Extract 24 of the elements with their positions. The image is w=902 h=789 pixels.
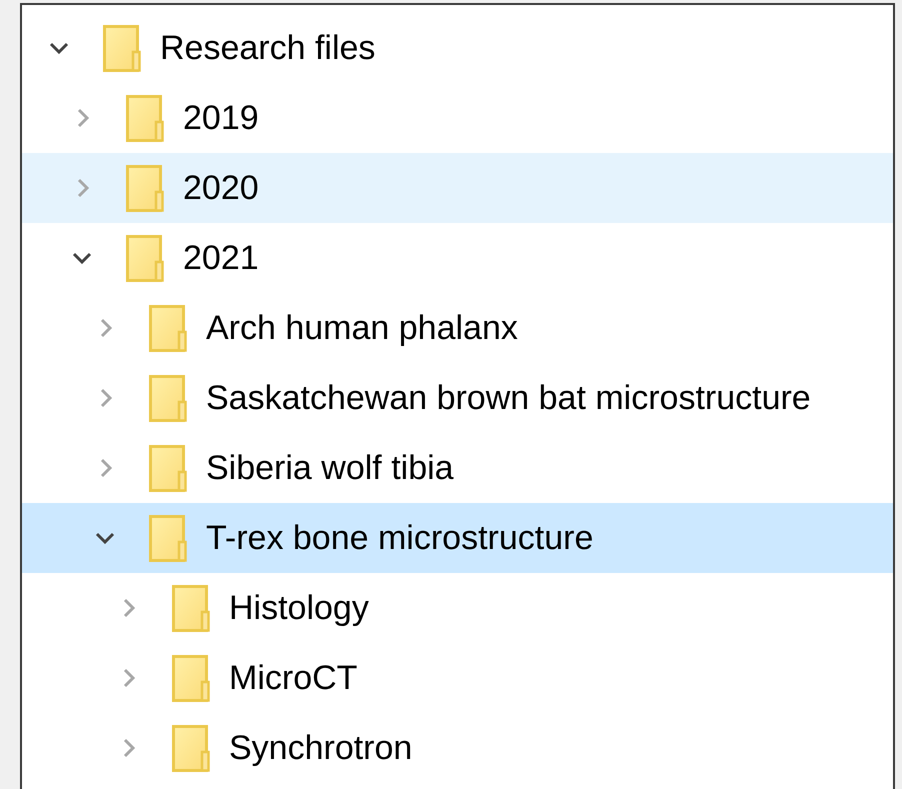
folder-icon bbox=[149, 444, 187, 492]
folder-name[interactable]: Research files bbox=[160, 28, 376, 68]
folder-name[interactable]: Arch human phalanx bbox=[206, 308, 518, 348]
tree-item[interactable]: T-rex bone microstructure bbox=[22, 503, 893, 573]
folder-name[interactable]: Histology bbox=[229, 588, 369, 628]
folder-icon bbox=[172, 724, 210, 772]
folder-name: 2020 bbox=[183, 168, 259, 208]
folder-icon bbox=[149, 304, 187, 352]
folder-icon bbox=[149, 514, 187, 562]
folder-name: T-rex bone microstructure bbox=[206, 518, 594, 558]
folder-icon bbox=[172, 584, 210, 632]
folder-name[interactable]: Synchrotron bbox=[229, 728, 412, 768]
folder-name[interactable]: MicroCT bbox=[229, 658, 358, 698]
tree-item[interactable]: 2020 bbox=[22, 153, 893, 223]
folder-icon bbox=[172, 654, 210, 702]
folder-name[interactable]: 2019 bbox=[183, 98, 259, 138]
folder-icon bbox=[103, 24, 141, 72]
folder-icon bbox=[126, 164, 164, 212]
folder-name[interactable]: 2021 bbox=[183, 238, 259, 278]
folder-name[interactable]: Saskatchewan brown bat microstructure bbox=[206, 378, 811, 418]
folder-icon bbox=[126, 234, 164, 282]
folder-icon bbox=[126, 94, 164, 142]
folder-icon bbox=[149, 374, 187, 422]
folder-name[interactable]: Siberia wolf tibia bbox=[206, 448, 454, 488]
